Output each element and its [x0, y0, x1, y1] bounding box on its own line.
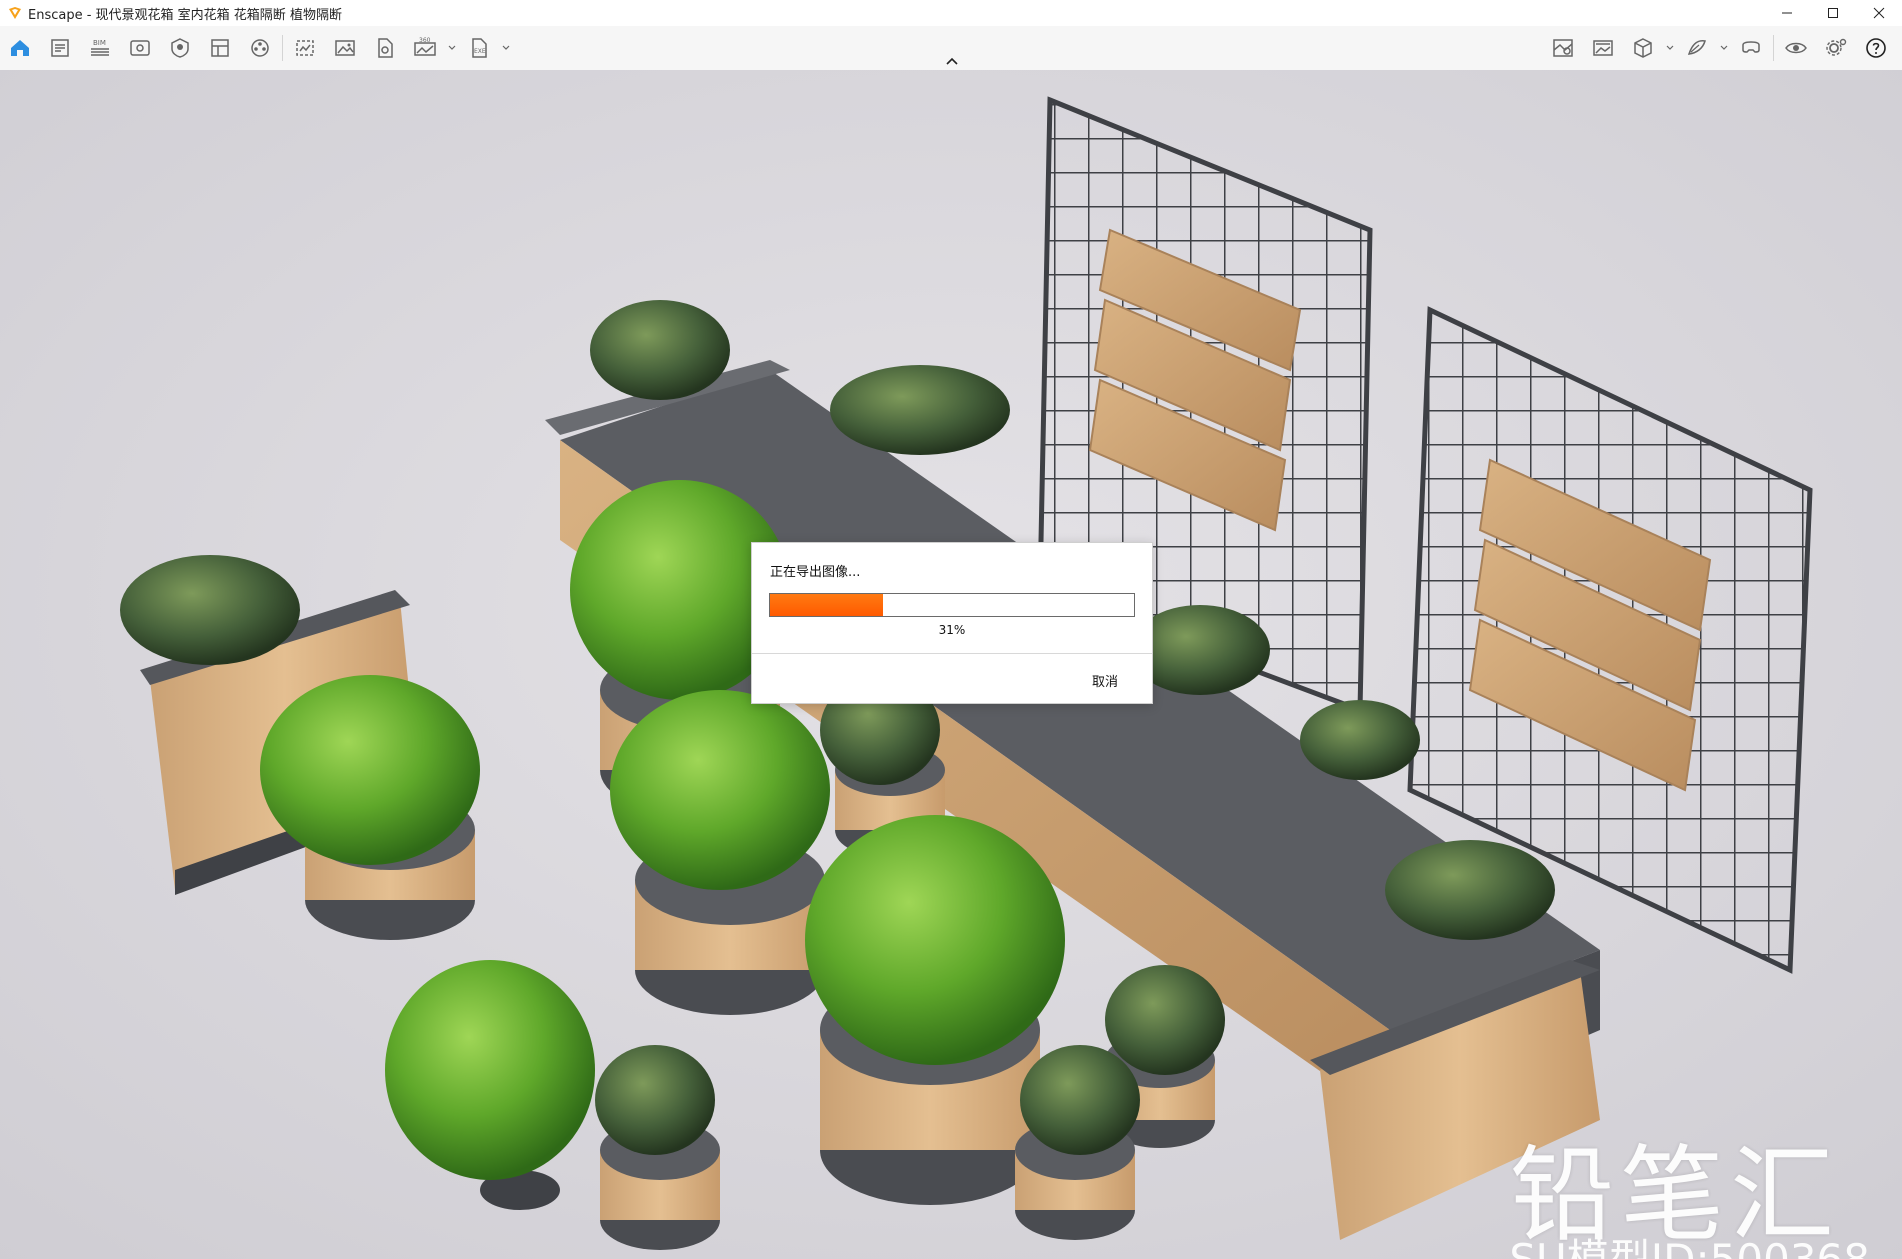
toolbar-separator — [282, 35, 283, 61]
screenshot-button[interactable] — [325, 26, 365, 70]
exe-label: EXE — [474, 48, 486, 55]
right-toolbar-group — [1543, 26, 1896, 70]
export-dropdown[interactable] — [499, 26, 513, 70]
chevron-down-icon — [502, 45, 510, 50]
left-toolbar-group: BIM 360 EXE — [0, 26, 513, 70]
toolbar-separator — [1773, 35, 1774, 61]
panorama-button[interactable]: 360 — [405, 26, 445, 70]
image-export-button[interactable] — [1583, 26, 1623, 70]
vr-headset-button[interactable] — [1731, 26, 1771, 70]
minimize-icon — [1782, 12, 1792, 14]
close-button[interactable] — [1856, 0, 1902, 26]
export-progress-dialog: 正在导出图像... 31% 取消 — [751, 542, 1153, 704]
watermark-model-id: SU模型ID:500368 — [1509, 1226, 1870, 1259]
bim-button[interactable]: BIM — [80, 26, 120, 70]
export-exe-icon: EXE — [472, 38, 487, 58]
feedback-icon — [1687, 40, 1706, 55]
feedback-dropdown[interactable] — [1717, 26, 1731, 70]
cube-view-button[interactable] — [1623, 26, 1663, 70]
visual-settings-icon — [1553, 39, 1573, 57]
panorama-dropdown[interactable] — [445, 26, 459, 70]
feedback-button[interactable] — [1677, 26, 1717, 70]
chevron-down-icon — [1720, 45, 1728, 50]
settings-icon — [1826, 38, 1847, 56]
material-icon — [211, 39, 229, 57]
dialog-divider — [752, 653, 1152, 654]
eye-button[interactable] — [1776, 26, 1816, 70]
bim-icon: BIM — [91, 39, 109, 56]
visual-settings-button[interactable] — [1543, 26, 1583, 70]
panorama-360-icon: 360 — [414, 37, 436, 56]
maximize-icon — [1828, 8, 1838, 18]
pano-label: 360 — [419, 37, 431, 44]
export-exe-button[interactable]: EXE — [459, 26, 499, 70]
vr-headset-icon — [1742, 41, 1760, 53]
minimize-button[interactable] — [1764, 0, 1810, 26]
bim-label: BIM — [93, 39, 106, 47]
main-toolbar: BIM 360 EXE — [0, 26, 1902, 71]
progress-fill — [770, 594, 883, 616]
notes-button[interactable] — [40, 26, 80, 70]
export-message: 正在导出图像... — [770, 565, 861, 580]
video-editor-button[interactable] — [240, 26, 280, 70]
round-planter — [1015, 1045, 1140, 1240]
video-editor-icon — [251, 39, 269, 57]
home-icon — [11, 40, 29, 56]
maximize-button[interactable] — [1810, 0, 1856, 26]
help-icon — [1866, 38, 1886, 58]
window-title: Enscape - 现代景观花箱 室内花箱 花箱隔断 植物隔断 — [28, 7, 342, 23]
collapse-toolbar-chevron-icon[interactable] — [942, 54, 962, 68]
asset-library-icon — [171, 38, 189, 58]
close-icon — [1873, 7, 1885, 19]
eye-icon — [1785, 42, 1807, 54]
cube-view-dropdown[interactable] — [1663, 26, 1677, 70]
asset-library-button[interactable] — [160, 26, 200, 70]
enscape-logo-icon — [9, 7, 21, 19]
cube-view-icon — [1634, 38, 1652, 58]
views-button[interactable] — [120, 26, 160, 70]
chevron-down-icon — [1666, 45, 1674, 50]
export-pdf-button[interactable] — [365, 26, 405, 70]
cancel-button[interactable]: 取消 — [1092, 671, 1118, 690]
screenshot-icon — [335, 40, 355, 56]
views-icon — [130, 40, 150, 56]
settings-button[interactable] — [1816, 26, 1856, 70]
progress-percent: 31% — [938, 623, 966, 637]
notes-icon — [51, 39, 69, 57]
title-bar: Enscape - 现代景观花箱 室内花箱 花箱隔断 植物隔断 — [0, 0, 1902, 26]
window-controls — [1764, 0, 1902, 26]
chevron-down-icon — [448, 45, 456, 50]
batch-render-icon — [296, 40, 314, 56]
progress-bar — [769, 593, 1135, 617]
batch-render-button[interactable] — [285, 26, 325, 70]
export-pdf-icon — [378, 38, 393, 58]
round-planter — [610, 690, 830, 1015]
image-export-icon — [1593, 40, 1613, 56]
help-button[interactable] — [1856, 26, 1896, 70]
material-editor-button[interactable] — [200, 26, 240, 70]
home-button[interactable] — [0, 26, 40, 70]
round-planter — [595, 1045, 720, 1250]
